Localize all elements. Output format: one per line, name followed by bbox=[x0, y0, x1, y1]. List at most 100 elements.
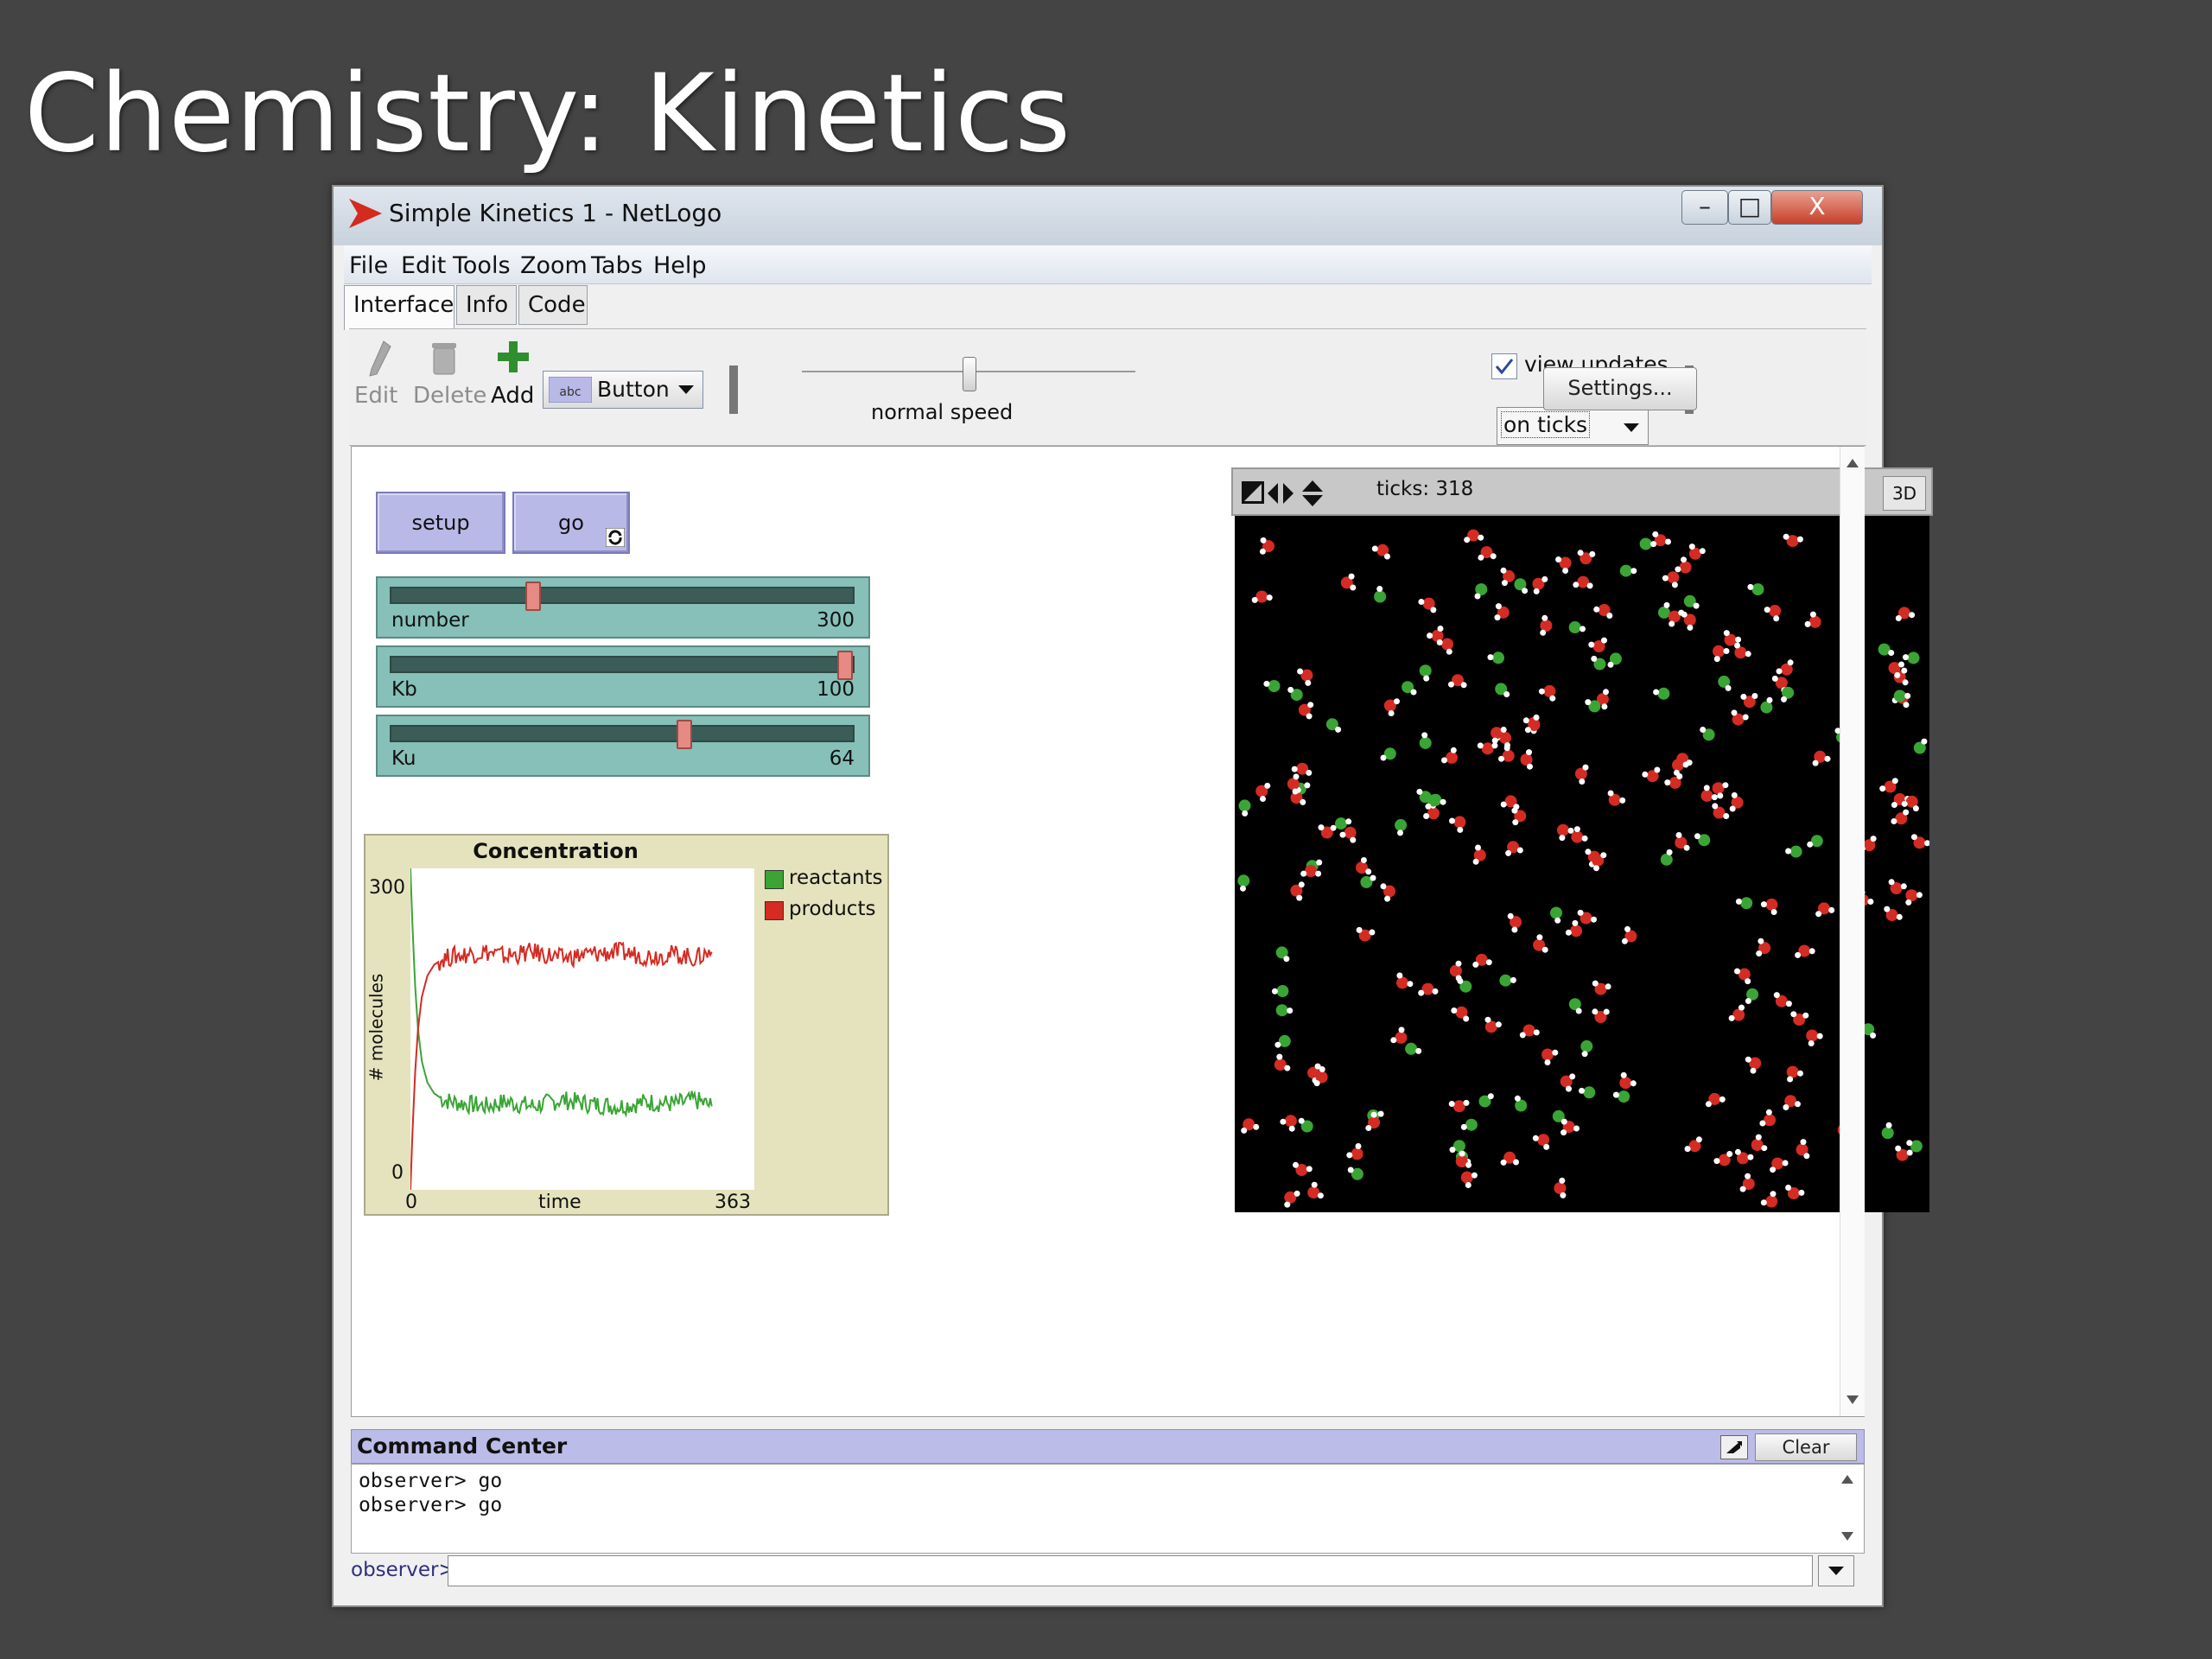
hydrogen-atom bbox=[1589, 550, 1596, 557]
hydrogen-atom bbox=[1653, 689, 1660, 696]
slider-knob[interactable] bbox=[524, 582, 541, 611]
hydrogen-atom bbox=[1311, 1181, 1318, 1188]
product-molecule bbox=[1287, 778, 1300, 791]
tab-interface[interactable]: Interface bbox=[344, 285, 454, 330]
concentration-plot[interactable]: Concentration 300 0 0 time 363 # molecul… bbox=[364, 834, 889, 1216]
hydrogen-atom bbox=[1785, 1001, 1792, 1007]
hydrogen-atom bbox=[1260, 537, 1267, 543]
scroll-up-icon[interactable] bbox=[1841, 1475, 1853, 1484]
view-updates-checkbox[interactable] bbox=[1491, 353, 1517, 379]
hydrogen-atom bbox=[1503, 745, 1510, 752]
update-mode-dropdown[interactable]: on ticks bbox=[1497, 407, 1649, 445]
setup-button[interactable]: setup bbox=[376, 492, 505, 554]
slider-ku[interactable]: Ku 64 bbox=[376, 715, 870, 777]
hydrogen-atom bbox=[1251, 596, 1258, 603]
hydrogen-atom bbox=[1577, 550, 1584, 556]
delete-tool-button[interactable]: Delete bbox=[410, 340, 486, 435]
speed-slider-knob[interactable] bbox=[963, 357, 976, 391]
hydrogen-atom bbox=[1739, 1185, 1746, 1192]
hydrogen-atom bbox=[1565, 929, 1572, 936]
hydrogen-atom bbox=[1688, 543, 1695, 550]
menu-tools[interactable]: Tools bbox=[453, 252, 511, 279]
hydrogen-atom bbox=[1313, 1080, 1320, 1087]
menu-file[interactable]: File bbox=[349, 252, 388, 279]
hydrogen-atom bbox=[1585, 699, 1592, 706]
slider-label: Kb bbox=[391, 678, 417, 701]
hydrogen-atom bbox=[1355, 1143, 1362, 1149]
command-prompt-label[interactable]: observer> bbox=[351, 1559, 455, 1581]
hydrogen-atom bbox=[1705, 1101, 1712, 1108]
hydrogen-atom bbox=[1448, 1101, 1455, 1107]
hydrogen-atom bbox=[1766, 696, 1773, 703]
menu-tabs[interactable]: Tabs bbox=[591, 252, 643, 279]
hydrogen-atom bbox=[1319, 1066, 1325, 1072]
command-history-dropdown[interactable] bbox=[1818, 1555, 1854, 1586]
reactant-molecule bbox=[1499, 974, 1512, 987]
slider-number[interactable]: number 300 bbox=[376, 576, 870, 639]
edit-tool-button[interactable]: Edit bbox=[354, 340, 406, 435]
hydrogen-atom bbox=[1346, 1152, 1353, 1159]
hydrogen-atom bbox=[1682, 761, 1689, 768]
expand-button[interactable] bbox=[1720, 1435, 1748, 1459]
plot-x-max-label: 363 bbox=[715, 1192, 751, 1213]
world-view[interactable]: ticks: 318 3D bbox=[1231, 467, 1933, 1216]
product-molecule bbox=[1713, 645, 1725, 658]
product-molecule bbox=[1395, 1031, 1408, 1044]
hydrogen-atom bbox=[1607, 661, 1614, 668]
hydrogen-atom bbox=[1738, 1004, 1745, 1011]
hydrogen-atom bbox=[1298, 1117, 1305, 1124]
hydrogen-atom bbox=[1484, 1016, 1491, 1023]
close-button[interactable]: X bbox=[1771, 190, 1863, 225]
hydrogen-atom bbox=[1798, 1189, 1805, 1196]
hydrogen-atom bbox=[1776, 668, 1783, 675]
slider-knob[interactable] bbox=[677, 720, 693, 749]
workspace-scrollbar[interactable] bbox=[1840, 447, 1865, 1416]
product-molecule bbox=[1446, 751, 1458, 764]
product-molecule bbox=[1441, 638, 1453, 651]
clear-button[interactable]: Clear bbox=[1755, 1433, 1857, 1461]
command-output[interactable]: observer> go observer> go bbox=[351, 1464, 1865, 1554]
hydrogen-atom bbox=[1603, 1008, 1610, 1015]
button-widget-icon: abc bbox=[549, 377, 592, 403]
hydrogen-atom bbox=[1785, 1185, 1792, 1191]
hydrogen-atom bbox=[1498, 755, 1504, 762]
scroll-down-icon[interactable] bbox=[1847, 1395, 1859, 1404]
scroll-down-icon[interactable] bbox=[1841, 1532, 1853, 1541]
tab-code[interactable]: Code bbox=[518, 285, 588, 325]
hydrogen-atom bbox=[1266, 594, 1273, 601]
hydrogen-atom bbox=[1356, 926, 1363, 933]
hydrogen-atom bbox=[1747, 583, 1754, 590]
hydrogen-atom bbox=[1263, 680, 1270, 687]
command-input[interactable] bbox=[448, 1555, 1813, 1586]
hydrogen-atom bbox=[1388, 710, 1395, 716]
minimize-button[interactable]: – bbox=[1681, 190, 1728, 225]
tab-info[interactable]: Info bbox=[456, 285, 517, 325]
hydrogen-atom bbox=[1888, 879, 1895, 886]
chevron-down-icon bbox=[678, 385, 694, 394]
settings-button[interactable]: Settings... bbox=[1543, 367, 1697, 410]
menu-zoom[interactable]: Zoom bbox=[520, 252, 588, 279]
go-button[interactable]: go bbox=[512, 492, 630, 554]
hydrogen-atom bbox=[1735, 636, 1742, 643]
world-canvas[interactable] bbox=[1235, 516, 1930, 1212]
hydrogen-atom bbox=[1895, 1145, 1902, 1152]
3d-view-button[interactable]: 3D bbox=[1883, 476, 1926, 511]
product-molecule bbox=[1541, 1048, 1554, 1061]
menu-edit[interactable]: Edit bbox=[401, 252, 446, 279]
menu-help[interactable]: Help bbox=[653, 252, 707, 279]
add-tool-button[interactable]: Add bbox=[486, 340, 537, 435]
hydrogen-atom bbox=[1785, 848, 1792, 855]
hydrogen-atom bbox=[1512, 819, 1519, 826]
widget-type-dropdown[interactable]: abc Button bbox=[543, 371, 703, 409]
scroll-up-icon[interactable] bbox=[1847, 459, 1859, 467]
hydrogen-atom bbox=[1432, 988, 1439, 995]
speed-slider[interactable]: normal speed bbox=[785, 350, 1135, 428]
hydrogen-atom bbox=[1787, 659, 1794, 666]
hydrogen-atom bbox=[1543, 1143, 1550, 1150]
slider-knob[interactable] bbox=[837, 651, 853, 680]
hydrogen-atom bbox=[1711, 794, 1718, 801]
product-molecule bbox=[1712, 782, 1725, 795]
maximize-button[interactable]: □ bbox=[1728, 190, 1771, 225]
slider-kb[interactable]: Kb 100 bbox=[376, 645, 870, 708]
reactant-molecule bbox=[1465, 1118, 1478, 1131]
